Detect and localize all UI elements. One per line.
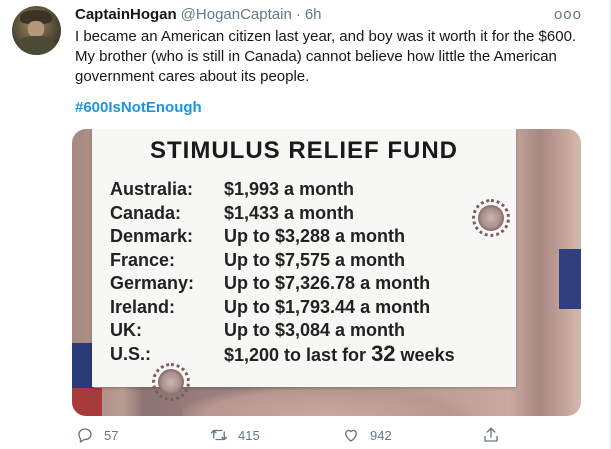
amount-weeks-number: 32 [371,341,396,367]
retweet-icon [210,429,228,441]
share-icon [484,427,498,442]
country-label: UK: [110,320,142,341]
sign-row: Germany: Up to $7,326.78 a month [110,272,510,296]
country-label: France: [110,249,176,270]
reply-count: 57 [104,427,119,443]
amount-prefix: $1,200 to last for [224,345,372,366]
avatar-body [19,36,55,55]
flag-fragment [72,388,102,416]
separator: · [295,6,301,23]
sign-title: STIMULUS RELIEF FUND [150,137,458,164]
action-bar: 57 415 942 [72,426,502,444]
reply-button[interactable]: 57 [76,426,118,444]
tweet-image[interactable]: STIMULUS RELIEF FUND Australia: $1,993 a… [72,129,581,416]
sign-row: Canada: $1,433 a month [110,202,510,226]
amount-value: Up to $1,793.44 a month [224,296,431,317]
amount-value: Up to $3,084 a month [224,320,406,341]
retweet-count: 415 [238,427,260,443]
amount-value: Up to $3,288 a month [224,226,406,247]
display-name[interactable]: CaptainHogan [75,6,177,23]
virus-icon [472,199,510,237]
sign-row: Australia: $1,993 a month [110,178,510,202]
stimulus-sign: STIMULUS RELIEF FUND Australia: $1,993 a… [92,129,516,387]
more-icon[interactable]: ooo [554,6,582,23]
flag-fragment [72,343,94,388]
country-label: Canada: [110,202,182,223]
country-label: Denmark: [110,226,194,247]
amount-value: $1,200 to last for 32 weeks [224,341,455,367]
avatar-face [28,21,44,37]
timestamp[interactable]: 6h [305,6,322,23]
virus-icon [152,363,190,401]
hashtag-link[interactable]: #600IsNotEnough [75,99,202,116]
like-button[interactable]: 942 [342,426,392,444]
country-label: U.S.: [110,343,152,364]
amount-value: Up to $7,326.78 a month [224,273,431,294]
flag-fragment [559,249,581,309]
country-label: Australia: [110,179,194,200]
heart-icon [345,429,357,442]
background-figure [182,386,472,416]
sign-row: France: Up to $7,575 a month [110,249,510,273]
tweet[interactable]: CaptainHogan @HoganCaptain · 6h ooo I be… [0,0,611,449]
country-label: Ireland: [110,296,176,317]
reply-icon [78,428,92,443]
sign-row: UK: Up to $3,084 a month [110,319,510,343]
sign-rows: Australia: $1,993 a month Canada: $1,433… [110,178,510,366]
avatar[interactable] [12,6,61,55]
sign-row: Ireland: Up to $1,793.44 a month [110,296,510,320]
amount-value: $1,993 a month [224,179,355,200]
tweet-text: I became an American citizen last year, … [75,28,577,85]
retweet-button[interactable]: 415 [210,426,260,444]
amount-suffix: weeks [395,345,455,366]
tweet-header: CaptainHogan @HoganCaptain · 6h [75,6,322,24]
amount-value: Up to $7,575 a month [224,249,406,270]
share-button[interactable] [482,426,500,444]
amount-value: $1,433 a month [224,202,355,223]
like-count: 942 [370,427,392,443]
country-label: Germany: [110,273,195,294]
handle[interactable]: @HoganCaptain [181,6,292,23]
sign-row: Denmark: Up to $3,288 a month [110,225,510,249]
